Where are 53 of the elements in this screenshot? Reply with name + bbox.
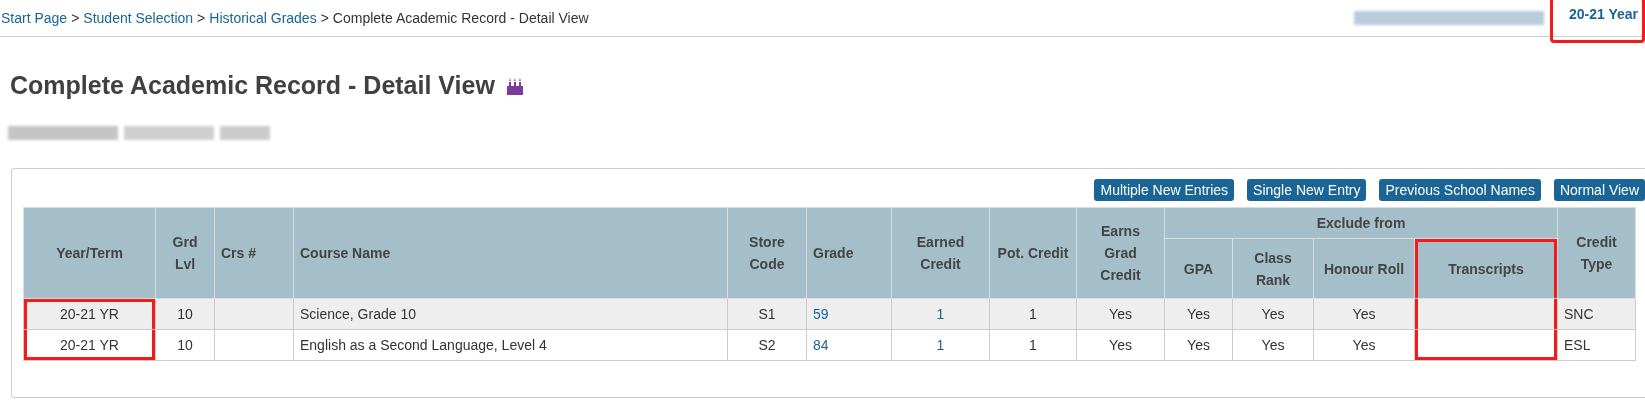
table-cell: Yes: [1109, 337, 1132, 353]
breadcrumb-link[interactable]: Student Selection: [83, 10, 194, 26]
action-button[interactable]: Single New Entry: [1247, 179, 1367, 201]
term-link[interactable]: 20-21 Year: [1549, 0, 1645, 43]
table-cell: English as a Second Language, Level 4: [300, 337, 547, 353]
table-cell: Yes: [1261, 337, 1285, 353]
table-cell: 1: [1029, 306, 1037, 322]
column-group-header: Exclude from: [1164, 207, 1558, 239]
breadcrumb-link[interactable]: Start Page: [1, 10, 68, 26]
table-cell: S2: [758, 337, 776, 353]
column-header: Earned Credit: [891, 207, 990, 299]
table-cell: Science, Grade 10: [300, 306, 416, 322]
column-header: Grd Lvl: [155, 207, 215, 299]
column-header: Earns Grad Credit: [1076, 207, 1165, 299]
table-cell: SNC: [1564, 306, 1594, 322]
breadcrumb-link[interactable]: Historical Grades: [209, 10, 317, 26]
column-header: Transcripts: [1414, 238, 1558, 299]
table-cell: 20-21 YR: [60, 337, 119, 353]
table-link[interactable]: 1: [936, 337, 945, 353]
column-header: Credit Type: [1557, 207, 1636, 299]
column-header: Honour Roll: [1313, 238, 1415, 299]
column-header: Pot. Credit: [989, 207, 1077, 299]
column-header: Crs #: [214, 207, 294, 299]
table-cell: 10: [177, 337, 193, 353]
breadcrumb-current: Complete Academic Record - Detail View: [332, 10, 589, 26]
table-cell: Yes: [1187, 306, 1210, 322]
column-header: Year/Term: [23, 207, 156, 299]
action-button[interactable]: Previous School Names: [1379, 179, 1541, 201]
redacted-text: [220, 126, 270, 140]
table-cell: Yes: [1261, 306, 1285, 322]
table-cell: Yes: [1352, 306, 1376, 322]
table-cell: Yes: [1352, 337, 1376, 353]
table-link[interactable]: 1: [936, 306, 945, 322]
action-button[interactable]: Multiple New Entries: [1094, 179, 1235, 201]
table-link[interactable]: 84: [813, 337, 829, 353]
page-title: Complete Academic Record - Detail View: [10, 71, 495, 100]
column-header: Course Name: [293, 207, 728, 299]
table-cell: Yes: [1187, 337, 1210, 353]
table-cell: 1: [1029, 337, 1037, 353]
table-cell: 20-21 YR: [60, 306, 119, 322]
table-cell: 10: [177, 306, 193, 322]
column-header: Store Code: [727, 207, 807, 299]
table-cell: S1: [758, 306, 776, 322]
column-header: Class Rank: [1232, 238, 1314, 299]
breadcrumb-separator: >: [71, 10, 80, 26]
breadcrumb-separator: >: [197, 10, 206, 26]
column-header: GPA: [1164, 238, 1233, 299]
table-cell: Yes: [1109, 306, 1132, 322]
table-link[interactable]: 59: [813, 306, 829, 322]
table-cell: ESL: [1564, 337, 1591, 353]
breadcrumb-separator: >: [320, 10, 329, 26]
column-header: Grade: [806, 207, 892, 299]
action-button[interactable]: Normal View: [1553, 179, 1645, 201]
